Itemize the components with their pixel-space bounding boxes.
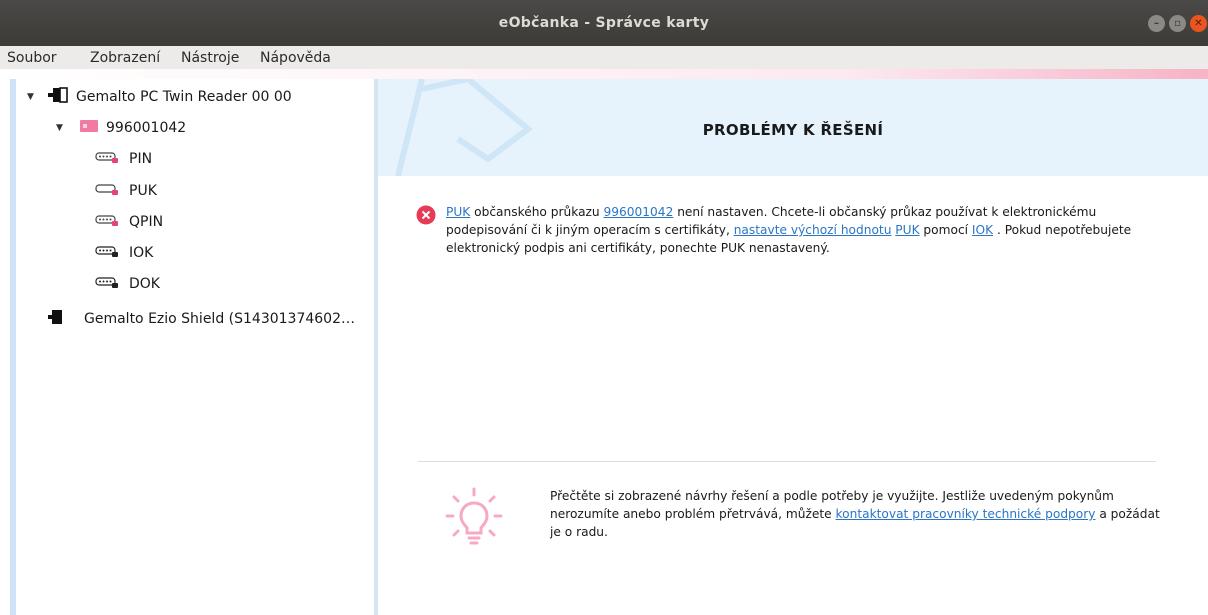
set-default-link[interactable]: nastavte výchozí hodnotu	[734, 223, 892, 237]
tree-item-label: 996001042	[106, 120, 187, 136]
pin-keypad-icon	[95, 213, 121, 231]
tree-item-reader1[interactable]: ▼ Gemalto PC Twin Reader 00 00	[27, 86, 292, 108]
card-reader-icon	[48, 87, 68, 107]
tip-text: Přečtěte si zobrazené návrhy řešení a po…	[550, 487, 1170, 541]
chevron-down-icon[interactable]: ▼	[56, 123, 68, 133]
maximize-icon: ▫	[1174, 18, 1181, 29]
chevron-down-icon[interactable]: ▼	[27, 92, 39, 102]
tree-item-label: PUK	[129, 183, 157, 199]
card-link[interactable]: 996001042	[604, 205, 674, 219]
tree-item-card[interactable]: ▼ 996001042	[56, 117, 186, 139]
tree-item-label: DOK	[129, 276, 160, 292]
contact-support-link[interactable]: kontaktovat pracovníky technické podpory	[836, 507, 1096, 521]
close-button[interactable]: ✕	[1190, 15, 1207, 32]
page-title: PROBLÉMY K ŘEŠENÍ	[702, 121, 884, 139]
problems-banner: PROBLÉMY K ŘEŠENÍ	[378, 79, 1208, 176]
device-tree: ▼ Gemalto PC Twin Reader 00 00 ▼ 9960010…	[0, 79, 374, 615]
tree-item-dok[interactable]: DOK	[95, 273, 160, 295]
tree-item-iok[interactable]: IOK	[95, 242, 153, 264]
menu-nastroje[interactable]: Nástroje	[181, 50, 239, 66]
menu-napoveda[interactable]: Nápověda	[260, 50, 331, 66]
tree-item-qpin[interactable]: QPIN	[95, 211, 163, 233]
window-title: eObčanka - Správce karty	[498, 15, 710, 31]
minimize-button[interactable]: –	[1148, 15, 1165, 32]
sidebar-rail	[10, 79, 16, 615]
problem-text-part: občanského průkazu	[470, 205, 604, 219]
tree-item-label: Gemalto Ezio Shield (S14301374602…	[84, 311, 355, 327]
menu-zobrazeni[interactable]: Zobrazení	[90, 50, 160, 66]
minimize-icon: –	[1154, 18, 1159, 29]
pin-keypad-icon	[95, 244, 121, 262]
pin-keypad-icon	[95, 150, 121, 168]
menu-bar: Soubor Zobrazení Nástroje Nápověda	[0, 46, 1208, 71]
tree-item-label: IOK	[129, 245, 154, 261]
main-panel: PROBLÉMY K ŘEŠENÍ PUK občanského průkazu…	[378, 79, 1208, 615]
lightbulb-icon	[444, 487, 504, 553]
tree-item-label: QPIN	[129, 214, 164, 230]
puk-link[interactable]: PUK	[895, 223, 919, 237]
id-card-icon	[80, 119, 98, 137]
tree-item-label: Gemalto PC Twin Reader 00 00	[76, 89, 292, 105]
tree-item-pin[interactable]: PIN	[95, 148, 152, 170]
tree-item-label: PIN	[129, 151, 153, 167]
accent-strip	[0, 69, 1208, 79]
problem-text-part: pomocí	[919, 223, 972, 237]
maximize-button[interactable]: ▫	[1169, 15, 1186, 32]
close-icon: ✕	[1194, 18, 1203, 29]
tree-item-reader2[interactable]: Gemalto Ezio Shield (S14301374602…	[48, 308, 355, 330]
puk-key-icon	[95, 182, 121, 200]
tree-item-puk[interactable]: PUK	[95, 180, 157, 202]
card-reader-icon	[48, 309, 64, 329]
iok-link[interactable]: IOK	[972, 223, 993, 237]
title-bar: eObčanka - Správce karty – ▫ ✕	[0, 0, 1208, 46]
puk-link[interactable]: PUK	[446, 205, 470, 219]
error-icon	[416, 205, 436, 229]
problem-text: PUK občanského průkazu 996001042 není na…	[446, 203, 1176, 257]
section-divider	[418, 461, 1156, 462]
pin-keypad-icon	[95, 275, 121, 293]
menu-soubor[interactable]: Soubor	[7, 50, 57, 66]
